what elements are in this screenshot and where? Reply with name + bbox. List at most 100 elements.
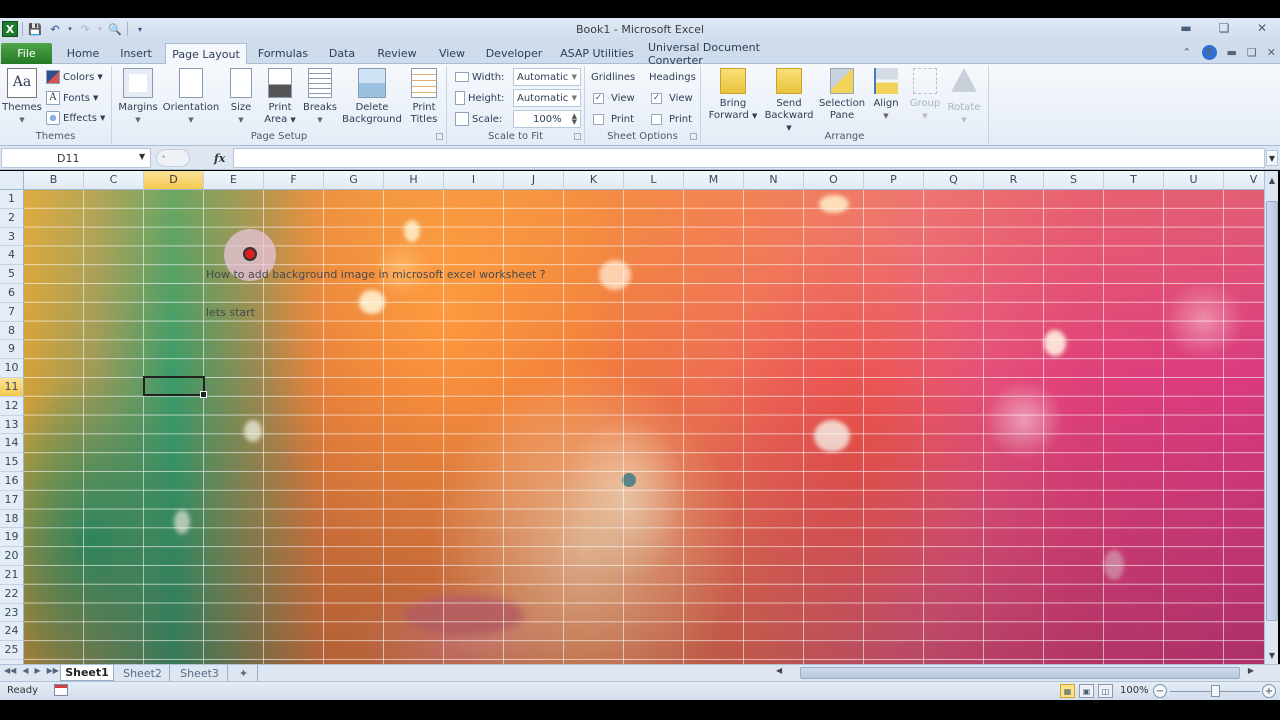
- insert-sheet-icon[interactable]: ✦: [230, 665, 258, 681]
- scroll-right-icon[interactable]: ▶: [1248, 666, 1254, 675]
- row-header-8[interactable]: 8: [0, 322, 23, 341]
- workbook-minimize-icon[interactable]: ▬: [1227, 46, 1237, 59]
- scroll-down-icon[interactable]: ▼: [1266, 648, 1278, 662]
- breaks-button[interactable]: Breaks ▼: [302, 68, 338, 126]
- width-select[interactable]: Automatic ▼: [513, 68, 581, 86]
- sheet-tab-sheet1[interactable]: Sheet1: [60, 665, 114, 681]
- selection-pane-button[interactable]: Selection Pane: [819, 68, 865, 122]
- print-area-button[interactable]: Print Area ▼: [262, 68, 298, 126]
- row-header-18[interactable]: 18: [0, 510, 23, 529]
- row-header-12[interactable]: 12: [0, 397, 23, 416]
- print-titles-button[interactable]: Print Titles: [406, 68, 442, 126]
- orientation-button[interactable]: Orientation ▼: [162, 68, 220, 126]
- column-header-n[interactable]: N: [744, 171, 804, 189]
- headings-print-checkbox[interactable]: Print: [651, 110, 692, 128]
- scroll-up-icon[interactable]: ▲: [1266, 173, 1278, 187]
- row-header-2[interactable]: 2: [0, 209, 23, 228]
- row-header-21[interactable]: 21: [0, 566, 23, 585]
- row-header-14[interactable]: 14: [0, 434, 23, 454]
- tab-formulas[interactable]: Formulas: [253, 43, 313, 64]
- minimize-icon[interactable]: ▬: [1176, 20, 1196, 36]
- tab-home[interactable]: Home: [58, 43, 108, 64]
- align-button[interactable]: Align ▼: [869, 68, 903, 122]
- colors-button[interactable]: Colors ▼: [46, 68, 103, 86]
- vertical-scroll-thumb[interactable]: [1266, 201, 1278, 621]
- row-header-17[interactable]: 17: [0, 491, 23, 510]
- tab-universal-document-converter[interactable]: Universal Document Converter: [648, 41, 808, 67]
- name-box-dropdown-icon[interactable]: ▼: [139, 152, 145, 161]
- row-header-15[interactable]: 15: [0, 453, 23, 472]
- column-header-t[interactable]: T: [1104, 171, 1164, 189]
- cell-E7[interactable]: lets start: [206, 306, 255, 319]
- rotate-button[interactable]: Rotate ▼: [945, 68, 983, 126]
- page-setup-launcher-icon[interactable]: [436, 133, 443, 140]
- tab-file[interactable]: File: [1, 43, 52, 64]
- zoom-level[interactable]: 100%: [1120, 685, 1149, 696]
- zoom-in-icon[interactable]: +: [1262, 684, 1276, 698]
- tab-view[interactable]: View: [432, 43, 472, 64]
- prev-sheet-icon[interactable]: ◀: [22, 666, 28, 675]
- row-header-13[interactable]: 13: [0, 416, 23, 435]
- last-sheet-icon[interactable]: ▶▶: [47, 666, 59, 675]
- group-button[interactable]: Group ▼: [907, 68, 943, 122]
- tab-asap-utilities[interactable]: ASAP Utilities: [557, 43, 637, 64]
- active-cell-D11[interactable]: [143, 376, 207, 398]
- sheet-tab-sheet3[interactable]: Sheet3: [172, 665, 228, 681]
- worksheet-grid[interactable]: BCDEFGHIJKLMNOPQRSTUV 1 2 3 4 5 6 7 8 9 10 11 12 13 1…: [0, 171, 1264, 664]
- fonts-button[interactable]: A Fonts ▼: [46, 89, 98, 107]
- workbook-close-icon[interactable]: ✕: [1267, 46, 1276, 59]
- row-header-10[interactable]: 10: [0, 359, 23, 378]
- record-macro-icon[interactable]: [54, 684, 68, 696]
- row-header-25[interactable]: 25: [0, 641, 23, 660]
- column-header-e[interactable]: E: [204, 171, 264, 189]
- formula-expand-handle[interactable]: •: [156, 149, 190, 167]
- column-header-d[interactable]: D: [144, 171, 204, 189]
- size-button[interactable]: Size ▼: [226, 68, 256, 126]
- insert-function-icon[interactable]: fx: [214, 152, 225, 165]
- headings-view-checkbox[interactable]: ✓ View: [651, 89, 693, 107]
- column-header-i[interactable]: I: [444, 171, 504, 189]
- close-icon[interactable]: ✕: [1252, 20, 1272, 36]
- themes-button[interactable]: Aa Themes ▼: [2, 68, 42, 126]
- name-box[interactable]: D11: [1, 148, 151, 168]
- column-header-o[interactable]: O: [804, 171, 864, 189]
- page-layout-view-icon[interactable]: ▣: [1079, 684, 1094, 698]
- row-header-20[interactable]: 20: [0, 547, 23, 566]
- scroll-left-icon[interactable]: ◀: [776, 666, 782, 675]
- restore-icon[interactable]: ❏: [1214, 20, 1234, 36]
- column-header-f[interactable]: F: [264, 171, 324, 189]
- column-header-v[interactable]: V: [1224, 171, 1264, 189]
- column-header-j[interactable]: J: [504, 171, 564, 189]
- margins-button[interactable]: Margins ▼: [118, 68, 158, 126]
- column-header-k[interactable]: K: [564, 171, 624, 189]
- column-header-p[interactable]: P: [864, 171, 924, 189]
- tab-review[interactable]: Review: [372, 43, 422, 64]
- column-header-r[interactable]: R: [984, 171, 1044, 189]
- sheet-options-launcher-icon[interactable]: [690, 133, 697, 140]
- tab-data[interactable]: Data: [322, 43, 362, 64]
- row-header-3[interactable]: 3: [0, 228, 23, 247]
- minimize-ribbon-icon[interactable]: ⌃: [1182, 46, 1191, 59]
- row-header-24[interactable]: 24: [0, 622, 23, 642]
- first-sheet-icon[interactable]: ◀◀: [4, 666, 16, 675]
- gridlines-print-checkbox[interactable]: Print: [593, 110, 634, 128]
- effects-button[interactable]: Effects ▼: [46, 109, 105, 127]
- zoom-out-icon[interactable]: −: [1153, 684, 1167, 698]
- row-header-1[interactable]: 1: [0, 190, 23, 209]
- row-header-16[interactable]: 16: [0, 472, 23, 491]
- column-header-g[interactable]: G: [324, 171, 384, 189]
- scale-spinner[interactable]: 100% ▲ ▼: [513, 110, 581, 128]
- delete-background-button[interactable]: Delete Background: [340, 68, 404, 126]
- sheet-tab-sheet2[interactable]: Sheet2: [116, 665, 170, 681]
- row-header-4[interactable]: 4: [0, 246, 23, 266]
- column-header-h[interactable]: H: [384, 171, 444, 189]
- formula-input[interactable]: [233, 148, 1265, 168]
- row-header-5[interactable]: 5: [0, 265, 23, 284]
- tab-page-layout[interactable]: Page Layout: [165, 43, 247, 64]
- horizontal-scrollbar[interactable]: ◀ ▶: [770, 666, 1260, 680]
- row-header-23[interactable]: 23: [0, 604, 23, 623]
- column-header-m[interactable]: M: [684, 171, 744, 189]
- column-header-u[interactable]: U: [1164, 171, 1224, 189]
- column-header-c[interactable]: C: [84, 171, 144, 189]
- bring-forward-button[interactable]: Bring Forward ▼: [707, 68, 759, 122]
